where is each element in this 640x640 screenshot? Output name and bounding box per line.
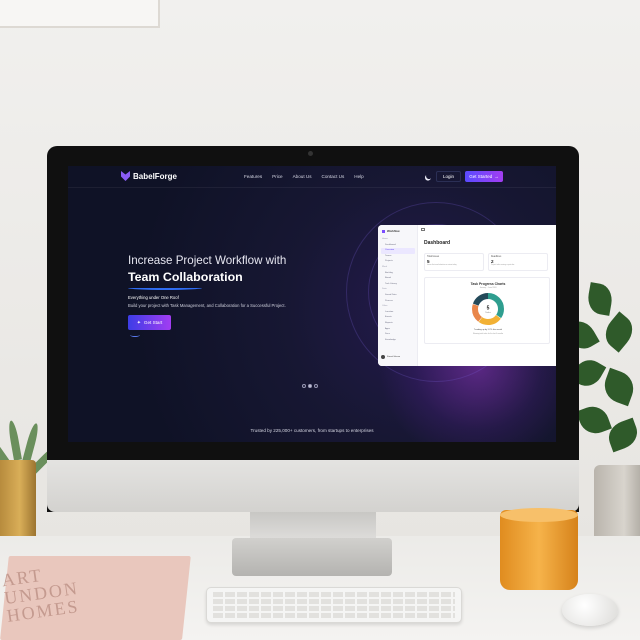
hero-get-start-button[interactable]: ✦ Get Start xyxy=(128,315,171,330)
dashboard-menu-item[interactable]: Knowledge xyxy=(381,338,415,344)
avatar xyxy=(381,355,385,359)
dashboard-title: Dashboard xyxy=(424,240,451,246)
chart-date-range: January – June 2024 xyxy=(479,286,497,289)
carousel-controls xyxy=(302,384,318,388)
imac-camera xyxy=(308,151,313,156)
hero-description: Build your project with Task Management,… xyxy=(128,303,286,308)
hero-underline-swash xyxy=(128,286,202,290)
mouse xyxy=(562,594,618,626)
dashboard-brand-name: Workflow xyxy=(387,229,400,233)
hero-heading-line2: Team Collaboration xyxy=(128,270,243,284)
stat-sub: Issues that need attention or review tod… xyxy=(427,265,457,266)
nav-link-features[interactable]: Features xyxy=(244,174,262,179)
brand-logo-icon xyxy=(121,171,130,181)
task-progress-card: Task Progress Charts January – June 2024… xyxy=(424,277,550,344)
get-started-button[interactable]: Get Started → xyxy=(465,171,503,182)
dashboard-logo-icon xyxy=(382,229,385,233)
stat-label: Total Issues xyxy=(427,256,440,258)
imac-chin xyxy=(47,460,579,512)
nav-links: Features Price About Us Contact Us Help xyxy=(244,174,364,179)
sparkle-icon: ✦ xyxy=(136,319,141,326)
trusted-by-text: Trusted by 225,000+ customers, from star… xyxy=(250,428,374,433)
login-button[interactable]: Login xyxy=(436,171,461,182)
carousel-next-dot[interactable] xyxy=(314,384,318,388)
get-started-label: Get Started xyxy=(469,174,493,179)
nav-link-about[interactable]: About Us xyxy=(293,174,312,179)
task-progress-donut: 5 Tasks xyxy=(472,293,504,325)
keyboard xyxy=(206,587,462,623)
chart-footer: Showing total tasks for the last 6 month… xyxy=(472,333,504,335)
dashboard-menu: Home Dashboard Overview Teams Projects Work Ba… xyxy=(381,237,415,343)
dashboard-preview: Workflow Home Dashboard Overview Teams Proje… xyxy=(378,225,556,366)
brand-name: BabelForge xyxy=(133,171,178,181)
carousel-active-dot[interactable] xyxy=(308,384,312,388)
orange-cup xyxy=(500,510,578,590)
nav-link-contact[interactable]: Contact Us xyxy=(322,174,345,179)
hero-subtitle: Everything under One Roof xyxy=(128,295,179,300)
dashboard-user-name: Kamal Hasan xyxy=(387,356,401,358)
book-cover-text: ART UNDON HOMES xyxy=(0,564,81,626)
chart-title: Task Progress Charts xyxy=(470,282,506,286)
dashboard-sidebar: Workflow Home Dashboard Overview Teams Proje… xyxy=(378,225,418,366)
stat-card-issues: Total Issues 5 Issues that need attentio… xyxy=(424,253,484,271)
moon-icon[interactable] xyxy=(425,172,433,180)
sidebar-toggle-icon[interactable] xyxy=(421,228,425,231)
stat-card-deadlines: Deadlines 2 Project tasks nearing or pas… xyxy=(488,253,548,271)
nav-link-help[interactable]: Help xyxy=(354,174,363,179)
stat-value: 5 xyxy=(427,259,430,264)
hero-heading-line1: Increase Project Workflow with xyxy=(128,254,287,267)
dashboard-user[interactable]: Kamal Hasan xyxy=(381,355,400,359)
arrow-right-icon: → xyxy=(494,174,499,179)
hero-button-label: Get Start xyxy=(143,320,163,325)
top-navbar: BabelForge Features Price About Us Conta… xyxy=(68,166,556,188)
stat-value: 2 xyxy=(491,259,494,264)
decor-squiggle xyxy=(130,333,140,337)
website-screen: BabelForge Features Price About Us Conta… xyxy=(68,166,556,442)
imac-stand-foot xyxy=(232,538,392,576)
stat-label: Deadlines xyxy=(491,256,502,258)
brand-logo[interactable]: BabelForge xyxy=(121,171,177,181)
chart-trend: Trending up by 5.2% this month xyxy=(473,329,503,331)
carousel-prev-dot[interactable] xyxy=(302,384,306,388)
donut-center-label: Tasks xyxy=(485,312,491,314)
nav-link-price[interactable]: Price xyxy=(272,174,282,179)
orange-cup-rim xyxy=(500,508,578,522)
dashboard-brand: Workflow xyxy=(382,229,400,233)
donut-center-value: 5 xyxy=(487,306,490,312)
picture-frame xyxy=(0,0,160,28)
stat-sub: Project tasks nearing or past due xyxy=(491,265,515,266)
imac-stand xyxy=(250,512,376,540)
